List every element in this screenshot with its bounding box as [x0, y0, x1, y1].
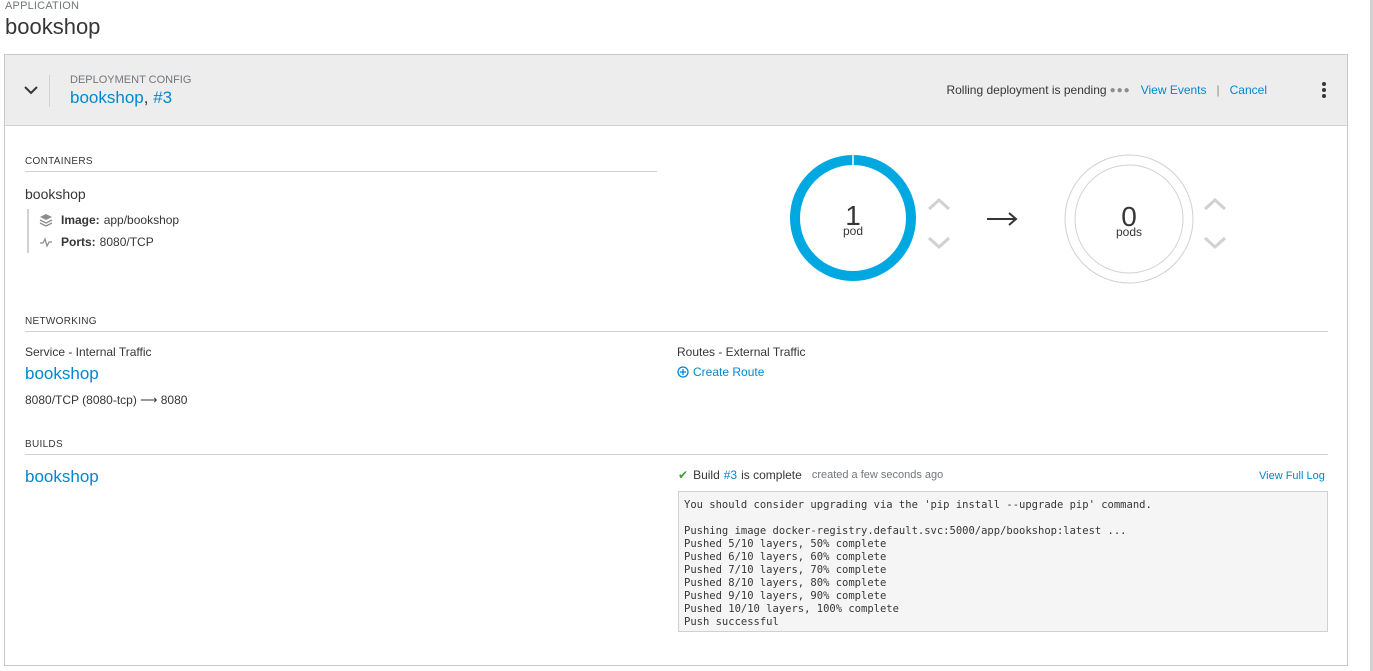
deployment-panel: DEPLOYMENT CONFIG bookshop, #3 Rolling d…	[4, 54, 1348, 666]
build-log[interactable]: You should consider upgrading via the 'p…	[678, 491, 1328, 632]
deployment-header: DEPLOYMENT CONFIG bookshop, #3 Rolling d…	[5, 55, 1347, 126]
log-line: Pushing image docker-registry.default.sv…	[684, 525, 1127, 537]
chevron-down-icon[interactable]	[23, 82, 39, 98]
service-link[interactable]: bookshop	[25, 364, 99, 384]
kebab-menu-icon[interactable]	[1321, 81, 1327, 99]
networking-section-label: NETWORKING	[25, 316, 97, 327]
log-line: Pushed 6/10 layers, 60% complete	[684, 551, 887, 563]
pipe-divider: |	[1216, 83, 1220, 97]
build-number-link[interactable]: #3	[724, 468, 737, 482]
status-text: Rolling deployment is pending	[946, 83, 1107, 97]
layers-icon	[39, 214, 53, 227]
containers-section-label: CONTAINERS	[25, 156, 93, 167]
ports-label: Ports:	[61, 235, 96, 249]
create-route-label: Create Route	[693, 365, 765, 379]
deployment-config-title: bookshop, #3	[70, 88, 172, 108]
container-details: Image: app/bookshop Ports: 8080/TCP	[27, 209, 179, 253]
log-line: Pushed 8/10 layers, 80% complete	[684, 577, 887, 589]
current-pod-unit: pod	[842, 224, 864, 238]
arrow-long-right-icon: ⟶	[140, 393, 161, 407]
pulse-icon	[40, 237, 52, 248]
log-line: Pushed 9/10 layers, 90% complete	[684, 590, 887, 602]
log-line: Push successful	[684, 616, 779, 628]
view-events-link[interactable]: View Events	[1141, 83, 1207, 97]
check-icon: ✔	[678, 468, 689, 482]
service-label: Service - Internal Traffic	[25, 345, 152, 359]
service-target-port: 8080	[160, 393, 188, 407]
builds-section-label: BUILDS	[25, 439, 63, 450]
routes-label: Routes - External Traffic	[677, 345, 806, 359]
ports-value: 8080/TCP	[99, 235, 154, 249]
containers-divider	[25, 171, 657, 172]
service-port: 8080/TCP (8080-tcp)	[25, 393, 137, 407]
application-label: APPLICATION	[5, 0, 80, 12]
image-detail: Image: app/bookshop	[39, 209, 179, 231]
deployment-name-link[interactable]: bookshop	[70, 88, 144, 107]
build-status-suffix: is complete	[741, 468, 802, 482]
log-line: Pushed 10/10 layers, 100% complete	[684, 603, 899, 615]
current-pods-donut: 1 pod	[788, 153, 918, 283]
deployment-separator: ,	[143, 88, 154, 107]
scale-up-icon[interactable]	[927, 197, 951, 211]
application-name: bookshop	[5, 14, 101, 39]
builds-divider	[25, 454, 1328, 455]
divider	[49, 75, 50, 107]
log-line: You should consider upgrading via the 'p…	[684, 499, 1152, 511]
create-route-link[interactable]: Create Route	[677, 365, 764, 379]
deployment-status: Rolling deployment is pending ●●● View E…	[946, 83, 1267, 97]
log-line: Pushed 7/10 layers, 70% complete	[684, 564, 887, 576]
build-status-prefix: Build	[693, 468, 720, 482]
target-pod-unit: pods	[1115, 225, 1143, 239]
target-scale-up-icon[interactable]	[1203, 197, 1227, 211]
plus-circle-icon	[677, 366, 689, 378]
image-label: Image:	[61, 213, 100, 227]
container-name: bookshop	[25, 186, 86, 202]
image-value: app/bookshop	[103, 213, 180, 227]
view-full-log-link[interactable]: View Full Log	[1259, 470, 1325, 482]
networking-divider	[25, 331, 1328, 332]
pending-dots-icon: ●●●	[1109, 84, 1131, 96]
build-config-link[interactable]: bookshop	[25, 467, 99, 487]
ports-detail: Ports: 8080/TCP	[39, 231, 179, 253]
build-timestamp: created a few seconds ago	[811, 469, 944, 481]
scale-down-icon[interactable]	[927, 236, 951, 250]
target-scale-down-icon[interactable]	[1203, 236, 1227, 250]
build-status: ✔ Build #3 is complete created a few sec…	[678, 468, 943, 482]
deployment-config-label: DEPLOYMENT CONFIG	[70, 74, 192, 86]
log-line: Pushed 5/10 layers, 50% complete	[684, 538, 887, 550]
arrow-right-icon	[987, 212, 1018, 226]
target-pods-donut: 0 pods	[1063, 153, 1195, 285]
service-port-mapping: 8080/TCP (8080-tcp) ⟶ 8080	[25, 393, 187, 407]
cancel-link[interactable]: Cancel	[1230, 83, 1267, 97]
deployment-version-link[interactable]: #3	[153, 88, 172, 107]
